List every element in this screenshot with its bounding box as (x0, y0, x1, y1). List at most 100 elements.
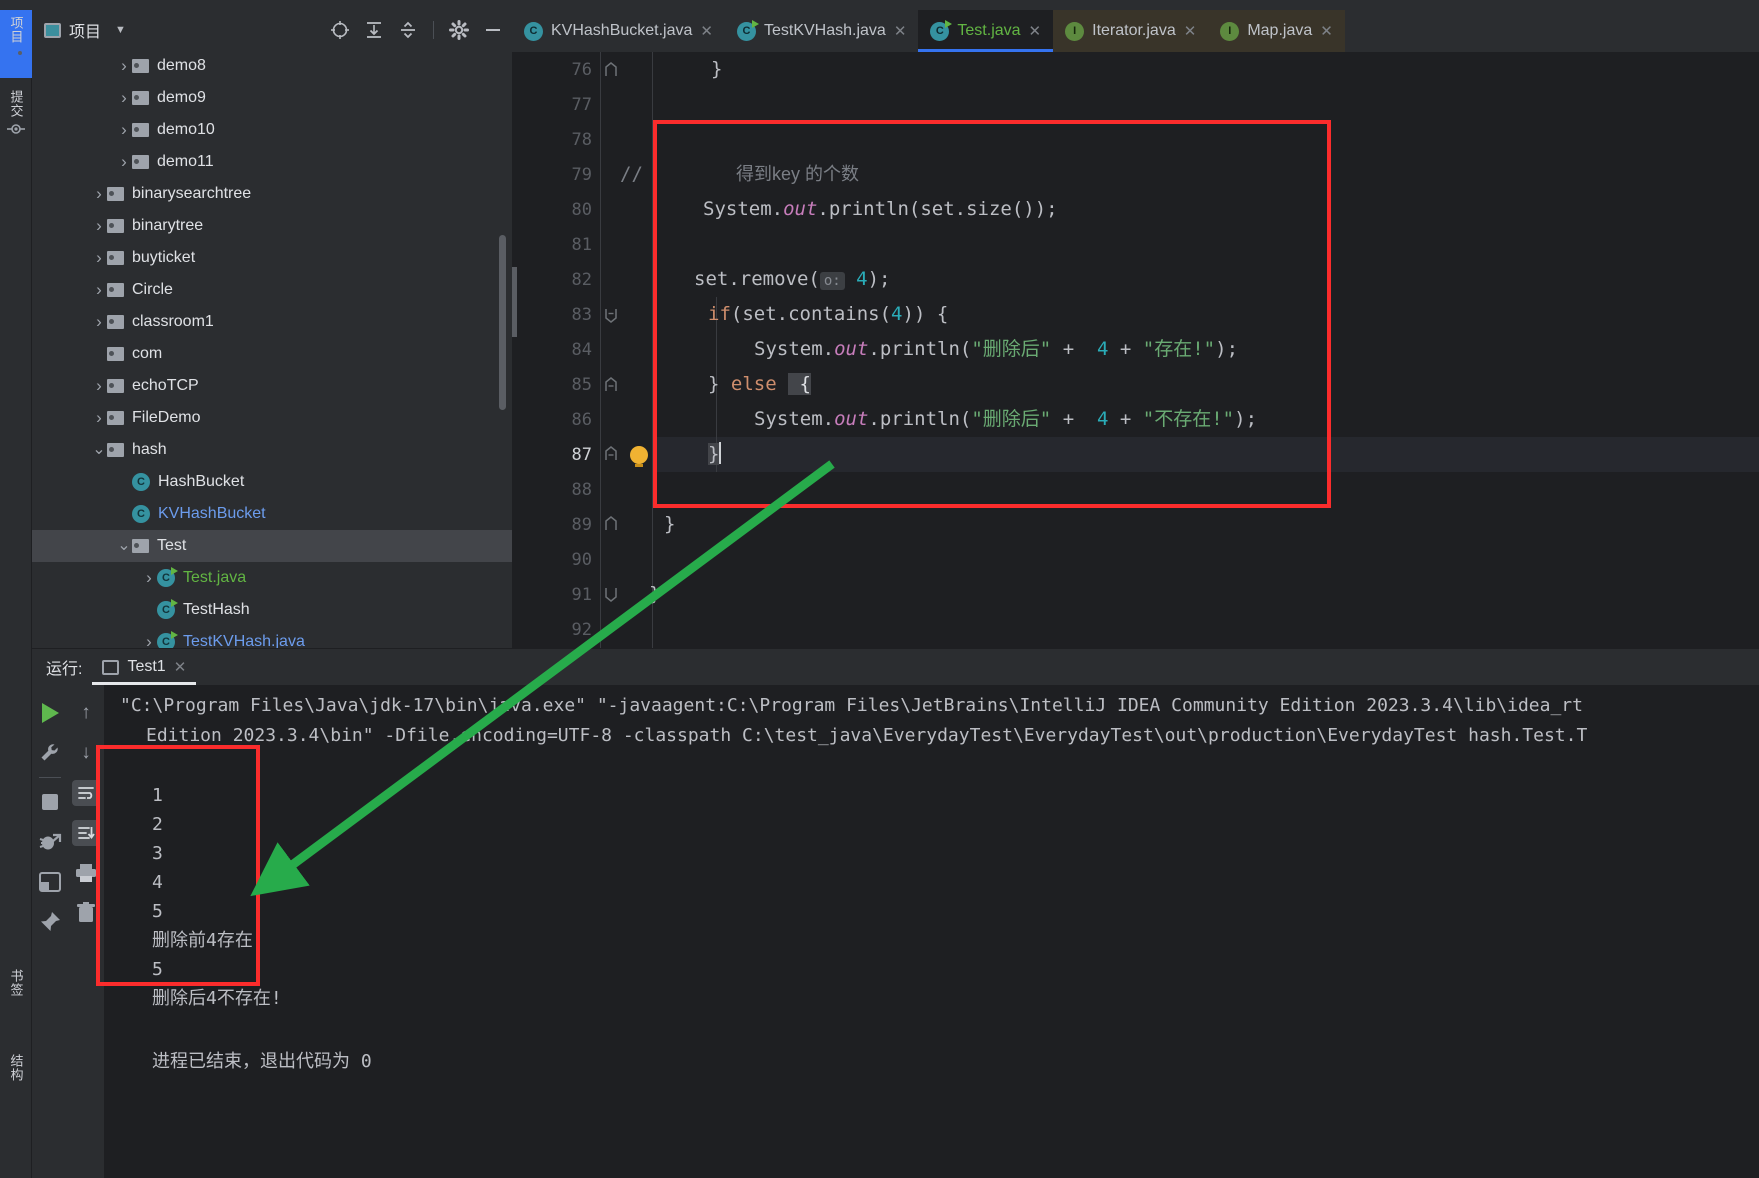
fold-marker-87[interactable] (604, 446, 618, 460)
print-icon[interactable] (69, 853, 103, 893)
chevron-right-icon[interactable]: › (116, 56, 132, 76)
close-icon[interactable]: ✕ (700, 22, 713, 40)
chevron-right-icon[interactable]: › (91, 248, 107, 268)
tree-row[interactable]: C KVHashBucket (32, 498, 512, 530)
editor-tab[interactable]: I Map.java ✕ (1208, 10, 1345, 52)
tree-row[interactable]: › demo11 (32, 146, 512, 178)
run-tab-test1[interactable]: Test1 ✕ (92, 649, 197, 685)
editor-tab[interactable]: I Iterator.java ✕ (1053, 10, 1209, 52)
code-text[interactable]: } // 得到key 的个数 System.out.println(set.si… (620, 52, 1759, 648)
debug-rerun-icon[interactable] (32, 822, 68, 862)
chevron-right-icon[interactable]: › (91, 408, 107, 428)
soft-wrap-icon[interactable] (69, 773, 103, 813)
editor-tab-bar[interactable]: C KVHashBucket.java ✕ C TestKVHash.java ✕ C Tes… (512, 10, 1759, 52)
wrench-icon[interactable] (32, 733, 68, 773)
editor-tab[interactable]: C KVHashBucket.java ✕ (512, 10, 725, 52)
editor-tab-label: Iterator.java (1092, 22, 1176, 39)
chevron-right-icon[interactable]: › (91, 280, 107, 300)
window-top-edge (0, 0, 1759, 10)
up-arrow-icon[interactable]: ↑ (69, 693, 103, 733)
chevron-right-icon[interactable]: › (141, 632, 157, 648)
gear-icon[interactable] (446, 17, 472, 43)
line-number: 88 (571, 480, 592, 500)
project-tree[interactable]: › demo8 › demo9 › demo10 › demo11 › binarysearcht… (32, 50, 512, 648)
chevron-right-icon[interactable]: › (141, 568, 157, 588)
pin-icon[interactable] (32, 902, 68, 942)
folder-icon (132, 155, 149, 169)
rail-item-commit[interactable]: 提交 (0, 86, 32, 152)
tree-row[interactable]: › Circle (32, 274, 512, 306)
fold-marker-76[interactable] (604, 62, 618, 76)
rail-item-bookmarks[interactable]: 书签 (0, 965, 32, 1031)
parameter-hint-o: o: (819, 272, 845, 290)
console-output[interactable]: "C:\Program Files\Java\jdk-17\bin\java.e… (104, 685, 1759, 1178)
chevron-right-icon[interactable]: › (91, 376, 107, 396)
tree-row[interactable]: › C TestKVHash.java (32, 626, 512, 648)
trash-icon[interactable] (69, 893, 103, 933)
tree-row[interactable]: › C Test.java (32, 562, 512, 594)
chevron-down-icon[interactable]: ⌄ (91, 442, 107, 458)
console-output-line: 3 (152, 843, 163, 864)
project-tree-scrollbar[interactable] (499, 235, 506, 410)
chevron-right-icon[interactable]: › (91, 216, 107, 236)
folder-icon (107, 219, 124, 233)
rail-item-structure-label: 结构 (8, 1054, 24, 1082)
code-editor[interactable]: 76 77 78 79 80 81 82 83 84 85 86 87 88 89 90 91 92 (512, 52, 1759, 648)
close-icon[interactable]: ✕ (174, 658, 187, 676)
stop-icon[interactable] (32, 782, 68, 822)
expand-all-icon[interactable] (361, 17, 387, 43)
chevron-down-icon[interactable]: ▼ (115, 24, 126, 36)
fold-marker-89[interactable] (604, 516, 618, 530)
tree-row[interactable]: › echoTCP (32, 370, 512, 402)
tree-row[interactable]: › binarytree (32, 210, 512, 242)
rail-item-commit-label: 提交 (8, 90, 24, 118)
rail-item-structure[interactable]: 结构 (0, 1050, 32, 1110)
tree-row[interactable]: ⌄ Test (32, 530, 512, 562)
run-toolbar-primary[interactable] (32, 685, 68, 1178)
editor-gutter[interactable]: 76 77 78 79 80 81 82 83 84 85 86 87 88 89 90 91 92 (512, 52, 653, 648)
editor-scrollbar[interactable] (512, 267, 517, 337)
layout-icon[interactable] (32, 862, 68, 902)
chevron-right-icon[interactable]: › (116, 152, 132, 172)
close-icon[interactable]: ✕ (1029, 22, 1042, 40)
down-arrow-icon[interactable]: ↓ (69, 733, 103, 773)
tree-row[interactable]: C TestHash (32, 594, 512, 626)
run-toolbar-secondary[interactable]: ↑ ↓ (68, 685, 104, 1178)
tree-row[interactable]: › demo9 (32, 82, 512, 114)
line-number: 85 (571, 375, 592, 395)
tree-row[interactable]: C HashBucket (32, 466, 512, 498)
close-icon[interactable]: ✕ (894, 22, 907, 40)
run-icon[interactable] (32, 693, 68, 733)
tree-row[interactable]: ⌄ hash (32, 434, 512, 466)
tree-row[interactable]: › demo8 (32, 50, 512, 82)
close-icon[interactable]: ✕ (1184, 22, 1197, 40)
fold-marker-91[interactable] (604, 586, 618, 602)
locate-target-icon[interactable] (327, 17, 353, 43)
close-icon[interactable]: ✕ (1320, 22, 1333, 40)
tree-row[interactable]: › demo10 (32, 114, 512, 146)
minimize-icon[interactable] (480, 17, 506, 43)
chevron-right-icon[interactable]: › (91, 312, 107, 332)
chevron-down-icon[interactable]: ⌄ (116, 538, 132, 554)
tree-row[interactable]: com (32, 338, 512, 370)
tree-row-label: Circle (132, 281, 173, 298)
editor-tab[interactable]: C Test.java ✕ (918, 10, 1054, 52)
chevron-right-icon[interactable]: › (116, 88, 132, 108)
editor-tab[interactable]: C TestKVHash.java ✕ (725, 10, 918, 52)
tree-row[interactable]: › buyticket (32, 242, 512, 274)
chevron-right-icon[interactable]: › (116, 120, 132, 140)
rail-item-project[interactable]: 项目 (0, 10, 32, 78)
tree-row[interactable]: › FileDemo (32, 402, 512, 434)
line-number: 91 (571, 585, 592, 605)
fold-marker-85[interactable] (604, 377, 618, 391)
tree-row-label: KVHashBucket (158, 505, 266, 522)
java-class-icon: C (524, 21, 543, 41)
collapse-all-icon[interactable] (395, 17, 421, 43)
tree-row[interactable]: › binarysearchtree (32, 178, 512, 210)
scroll-to-end-icon[interactable] (69, 813, 103, 853)
chevron-right-icon[interactable]: › (91, 184, 107, 204)
folder-icon (107, 379, 124, 393)
tree-row[interactable]: › classroom1 (32, 306, 512, 338)
intention-bulb-icon[interactable] (630, 446, 648, 467)
fold-marker-83[interactable] (604, 307, 618, 323)
